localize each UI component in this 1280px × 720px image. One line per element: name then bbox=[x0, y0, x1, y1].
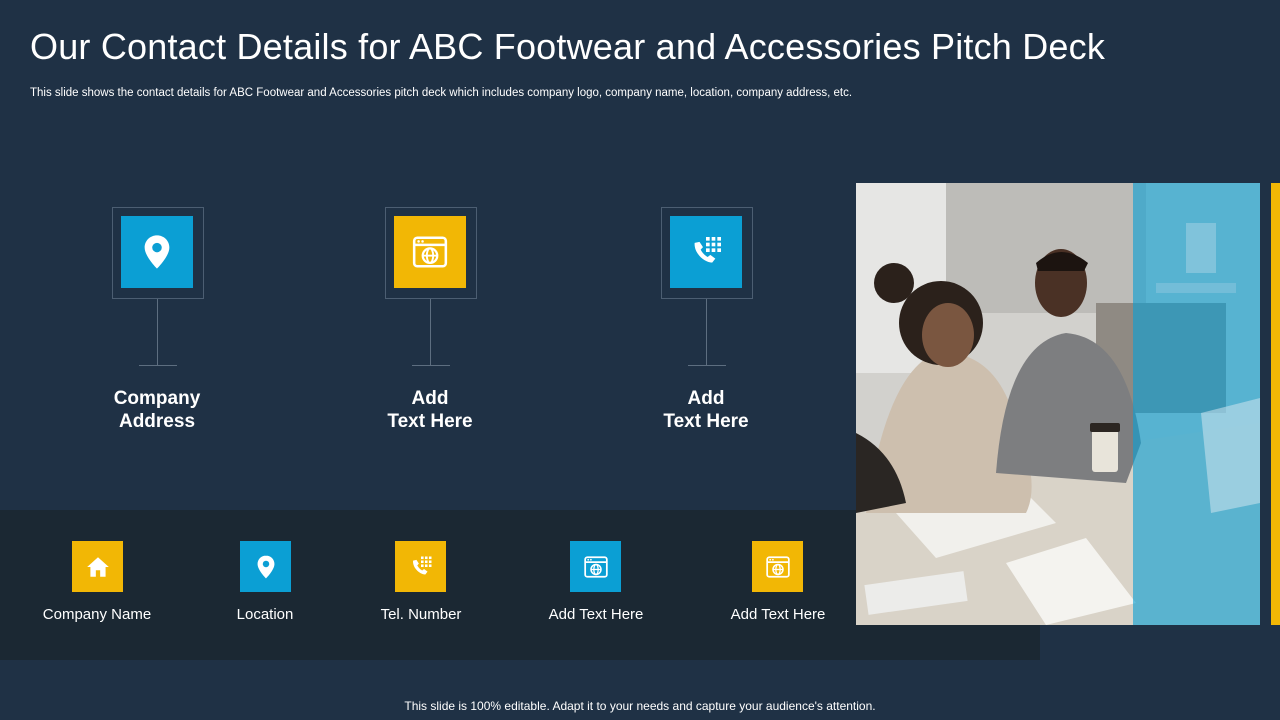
globe-browser-icon bbox=[394, 216, 466, 288]
connector-line bbox=[706, 299, 707, 365]
connector-foot bbox=[688, 365, 726, 366]
text-card-phone bbox=[661, 207, 753, 299]
company-name-label: Company Name bbox=[42, 606, 152, 623]
location-pin-icon bbox=[240, 541, 291, 592]
connector-foot bbox=[139, 365, 177, 366]
location-pin-icon bbox=[121, 216, 193, 288]
company-address-card bbox=[112, 207, 204, 299]
phone-keypad-icon bbox=[670, 216, 742, 288]
company-address-label: Company Address bbox=[113, 388, 201, 432]
home-icon bbox=[72, 541, 123, 592]
location-label: Location bbox=[236, 606, 294, 623]
add-text-label: Add Text Here bbox=[730, 606, 826, 623]
text-card-web bbox=[385, 207, 477, 299]
text-card-web-label: Add Text Here bbox=[387, 388, 473, 432]
connector-line bbox=[157, 299, 158, 365]
tel-number-label: Tel. Number bbox=[380, 606, 462, 623]
globe-browser-icon bbox=[752, 541, 803, 592]
globe-browser-icon bbox=[570, 541, 621, 592]
accent-bar bbox=[1271, 183, 1280, 625]
team-meeting-photo bbox=[856, 183, 1260, 625]
connector-foot bbox=[412, 365, 450, 366]
page-title: Our Contact Details for ABC Footwear and… bbox=[30, 26, 1106, 67]
connector-line bbox=[430, 299, 431, 365]
page-subtitle: This slide shows the contact details for… bbox=[30, 87, 853, 99]
phone-keypad-icon bbox=[395, 541, 446, 592]
text-card-phone-label: Add Text Here bbox=[663, 388, 749, 432]
footer-note: This slide is 100% editable. Adapt it to… bbox=[404, 699, 876, 713]
add-text-label: Add Text Here bbox=[548, 606, 644, 623]
